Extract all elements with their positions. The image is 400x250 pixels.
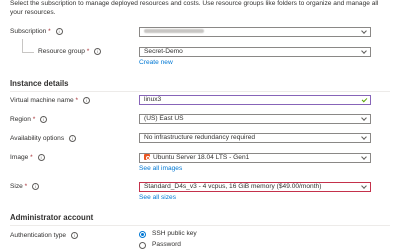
size-label-text: Size bbox=[10, 183, 23, 190]
info-icon[interactable]: i bbox=[55, 27, 63, 35]
auth-type-label: Authentication type i bbox=[10, 231, 78, 241]
availability-dropdown[interactable]: No infrastructure redundancy required bbox=[139, 133, 371, 143]
section-divider bbox=[10, 91, 390, 92]
chevron-down-icon bbox=[361, 183, 367, 189]
availability-label-text: Availability options bbox=[10, 135, 65, 142]
required-mark: * bbox=[48, 28, 51, 35]
region-value: (US) East US bbox=[144, 115, 184, 122]
see-all-sizes-link[interactable]: See all sizes bbox=[139, 193, 176, 202]
instance-details-heading: Instance details bbox=[10, 79, 69, 88]
required-mark: * bbox=[86, 48, 90, 55]
auth-type-label-text: Authentication type bbox=[10, 232, 67, 239]
vm-name-label-text: Virtual machine name bbox=[10, 97, 74, 104]
chevron-down-icon bbox=[361, 28, 367, 34]
create-new-link[interactable]: Create new bbox=[139, 58, 173, 67]
ssh-key-radio[interactable] bbox=[139, 231, 146, 238]
region-label-text: Region bbox=[10, 116, 31, 123]
section-divider bbox=[10, 225, 390, 226]
info-icon[interactable]: i bbox=[32, 182, 40, 190]
chevron-down-icon bbox=[361, 134, 367, 140]
intro-text: Select the subscription to manage deploy… bbox=[10, 0, 390, 17]
subscription-label: Subscription * i bbox=[10, 27, 63, 37]
image-label-text: Image bbox=[10, 154, 29, 161]
vm-name-label: Virtual machine name * i bbox=[10, 96, 90, 106]
size-dropdown[interactable]: Standard_D4s_v3 - 4 vcpus, 16 GiB memory… bbox=[139, 182, 371, 192]
info-icon[interactable]: i bbox=[82, 96, 90, 104]
vm-name-input[interactable]: linux3 bbox=[139, 95, 371, 105]
ubuntu-logo-icon bbox=[144, 154, 150, 160]
size-label: Size * i bbox=[10, 182, 40, 192]
password-radio[interactable] bbox=[139, 242, 146, 249]
required-mark: * bbox=[24, 183, 28, 190]
resource-group-dropdown[interactable]: Secret-Demo bbox=[139, 47, 371, 57]
size-value: Standard_D4s_v3 - 4 vcpus, 16 GiB memory… bbox=[144, 183, 322, 190]
chevron-down-icon bbox=[361, 115, 367, 121]
subscription-value-redacted bbox=[144, 29, 204, 34]
info-icon[interactable]: i bbox=[94, 47, 102, 55]
tree-connector bbox=[22, 39, 23, 52]
chevron-down-icon bbox=[361, 48, 367, 54]
info-icon[interactable]: i bbox=[68, 134, 76, 142]
required-mark: * bbox=[75, 97, 79, 104]
image-value: Ubuntu Server 18.04 LTS - Gen1 bbox=[153, 154, 250, 161]
region-dropdown[interactable]: (US) East US bbox=[139, 114, 371, 124]
tree-connector bbox=[22, 52, 34, 53]
info-icon[interactable]: i bbox=[40, 115, 48, 123]
resource-group-value: Secret-Demo bbox=[144, 48, 183, 55]
intro-line-2: your resources. bbox=[10, 8, 56, 16]
password-radio-label[interactable]: Password bbox=[152, 241, 181, 249]
intro-line-1: Select the subscription to manage deploy… bbox=[10, 0, 379, 7]
info-icon[interactable]: i bbox=[37, 153, 45, 161]
resource-group-label: Resource group * i bbox=[38, 47, 102, 57]
subscription-label-text: Subscription bbox=[10, 28, 47, 35]
resource-group-label-text: Resource group bbox=[38, 48, 85, 55]
required-mark: * bbox=[32, 116, 36, 123]
checkmark-icon bbox=[361, 96, 368, 103]
subscription-dropdown[interactable] bbox=[139, 27, 371, 37]
availability-value: No infrastructure redundancy required bbox=[144, 134, 256, 141]
image-dropdown[interactable]: Ubuntu Server 18.04 LTS - Gen1 bbox=[139, 153, 371, 163]
chevron-down-icon bbox=[361, 154, 367, 160]
required-mark: * bbox=[30, 154, 33, 161]
see-all-images-link[interactable]: See all images bbox=[139, 164, 182, 173]
ssh-key-radio-label[interactable]: SSH public key bbox=[152, 230, 197, 238]
vm-name-value: linux3 bbox=[144, 96, 162, 103]
admin-account-heading: Administrator account bbox=[10, 213, 94, 222]
region-label: Region * i bbox=[10, 115, 48, 125]
info-icon[interactable]: i bbox=[70, 231, 78, 239]
availability-label: Availability options i bbox=[10, 134, 76, 144]
image-label: Image * i bbox=[10, 153, 45, 163]
